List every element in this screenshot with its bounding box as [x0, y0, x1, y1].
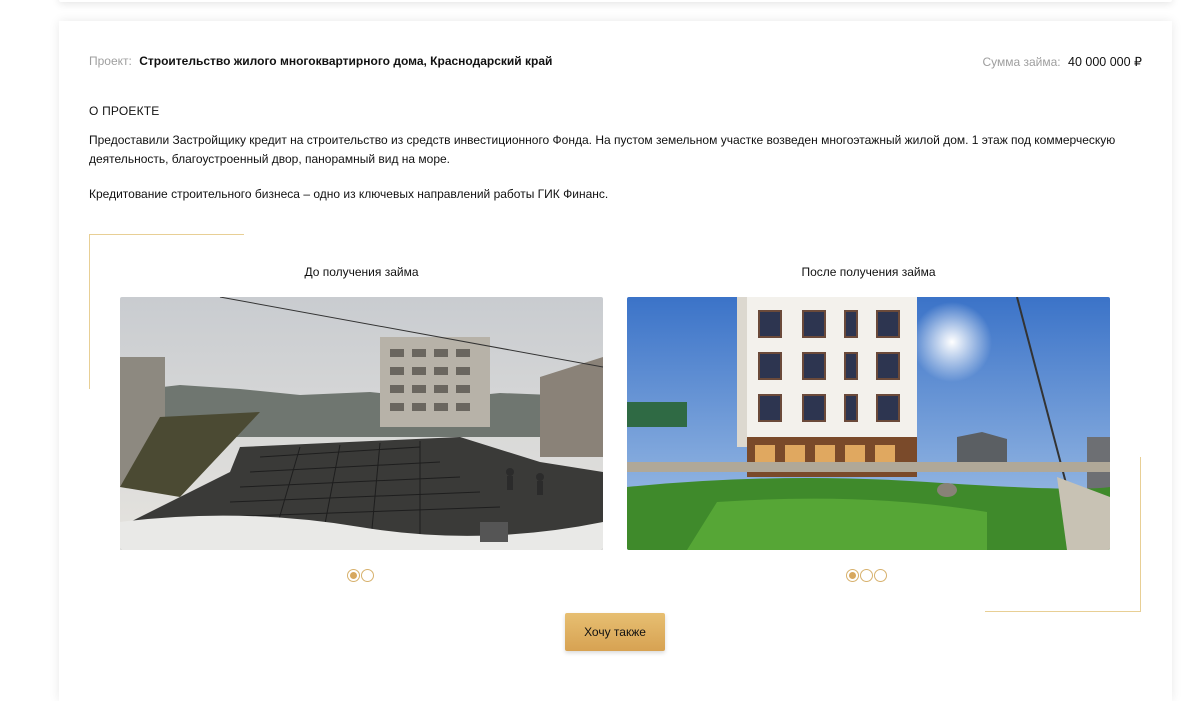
want-too-button[interactable]: Хочу также — [565, 613, 665, 651]
project-label: Проект: — [89, 54, 132, 68]
before-title: До получения займа — [304, 265, 419, 279]
about-paragraph: Предоставили Застройщику кредит на строи… — [89, 133, 1116, 166]
decor-line — [1140, 457, 1141, 612]
about-paragraph-2: Кредитование строительного бизнеса – одн… — [89, 187, 609, 201]
project-name: Строительство жилого многоквартирного до… — [139, 54, 553, 68]
construction-site-image — [120, 297, 603, 550]
before-photo[interactable] — [120, 297, 603, 550]
after-carousel-dots — [846, 569, 887, 582]
before-carousel-dots — [347, 569, 374, 582]
carousel-dot[interactable] — [860, 569, 873, 582]
carousel-dot[interactable] — [874, 569, 887, 582]
finished-building-image — [627, 297, 1110, 550]
decor-line — [89, 234, 244, 235]
loan-amount: Сумма займа: 40 000 000 ₽ — [982, 54, 1142, 69]
carousel-dot[interactable] — [846, 569, 859, 582]
previous-card — [59, 0, 1172, 2]
decor-line — [89, 234, 90, 389]
carousel-dot[interactable] — [347, 569, 360, 582]
project-card: Проект: Строительство жилого многокварти… — [59, 21, 1172, 701]
decor-line — [985, 611, 1141, 612]
after-title: После получения займа — [801, 265, 936, 279]
after-photo[interactable] — [627, 297, 1110, 550]
about-title: О ПРОЕКТЕ — [89, 104, 160, 118]
loan-label: Сумма займа: — [982, 55, 1061, 69]
carousel-dot[interactable] — [361, 569, 374, 582]
loan-value: 40 000 000 ₽ — [1068, 55, 1142, 69]
project-header: Проект: Строительство жилого многокварти… — [89, 54, 1142, 72]
